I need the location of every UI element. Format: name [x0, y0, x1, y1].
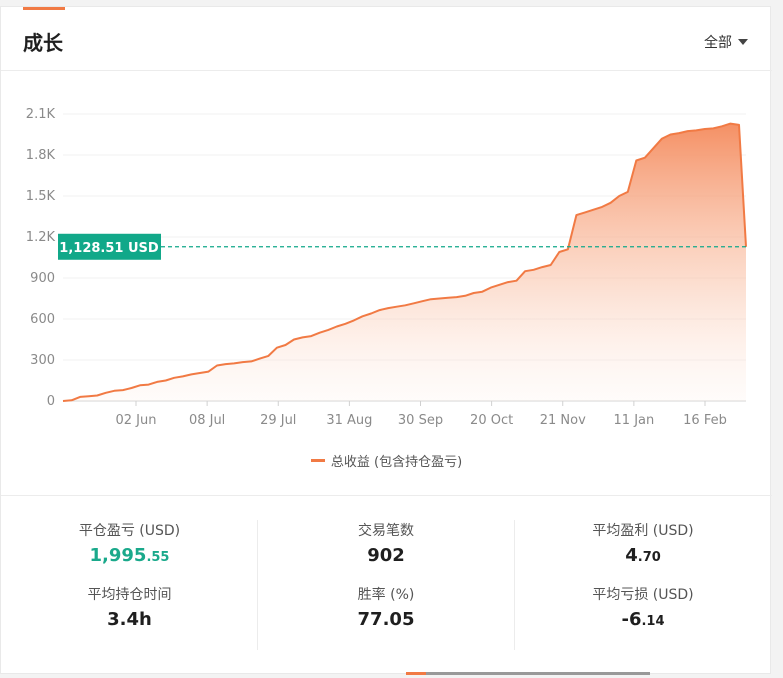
stats-column-2: 交易笔数 902 胜率 (%) 77.05 [257, 520, 514, 650]
stat-value-int: 1,995 [89, 545, 147, 566]
stat-label: 平均持仓时间 [87, 587, 172, 603]
stat-label: 平仓盈亏 (USD) [78, 523, 181, 539]
card-title: 成长 [23, 31, 63, 55]
stat-value: 1,995.55 [1, 545, 258, 566]
stat-label: 平均盈利 (USD) [592, 523, 694, 539]
y-tick-label: 1.5K [26, 189, 56, 204]
legend-swatch-icon [310, 459, 325, 462]
stat-win-rate: 胜率 (%) 77.05 [258, 584, 514, 648]
chart-legend[interactable]: 总收益 (包含持仓盈亏) [1, 451, 772, 470]
stat-closed-pnl: 平仓盈亏 (USD) 1,995.55 [1, 520, 258, 584]
x-tick-label: 02 Jun [116, 413, 157, 428]
series-area-fill [63, 123, 746, 401]
stats-panel: 平仓盈亏 (USD) 1,995.55 平均持仓时间 3.4h 交易笔数 902… [1, 495, 772, 675]
x-tick-label: 21 Nov [540, 413, 586, 428]
stat-avg-loss: 平均亏损 (USD) -6.14 [515, 584, 771, 648]
stat-value-int: -6 [621, 609, 642, 630]
caret-down-icon [738, 39, 748, 45]
stat-value: 4.70 [515, 545, 771, 566]
scroll-indicator-accent [406, 672, 426, 675]
stat-value: -6.14 [515, 609, 771, 630]
stats-column-1: 平仓盈亏 (USD) 1,995.55 平均持仓时间 3.4h [1, 520, 258, 650]
y-tick-label: 0 [47, 394, 55, 409]
x-tick-label: 29 Jul [260, 413, 296, 428]
y-tick-label: 300 [30, 353, 55, 368]
growth-chart-svg: 1,128.51 USD 0 300 600 900 1.2K 1.5K 1.8K 2.1K 0… [26, 107, 747, 428]
stat-label: 平均亏损 (USD) [592, 587, 694, 603]
card-header: 成长 全部 [1, 7, 772, 71]
stats-column-3: 平均盈利 (USD) 4.70 平均亏损 (USD) -6.14 [514, 520, 771, 650]
stat-value-int: 4 [625, 545, 638, 566]
stat-avg-hold: 平均持仓时间 3.4h [1, 584, 258, 648]
x-tick-label: 11 Jan [614, 413, 655, 428]
x-tick-label: 20 Oct [470, 413, 513, 428]
stat-trades: 交易笔数 902 [258, 520, 514, 584]
stat-label: 胜率 (%) [357, 587, 415, 603]
stat-value: 77.05 [357, 609, 415, 630]
growth-card: 成长 全部 1,128.51 USD 0 300 600 900 1.2K 1.5K 1.8… [0, 6, 772, 675]
range-filter-dropdown[interactable]: 全部 [704, 32, 748, 52]
x-tick-label: 30 Sep [398, 413, 443, 428]
y-tick-label: 2.1K [26, 107, 56, 122]
x-tick-label: 08 Jul [189, 413, 225, 428]
stat-value-dec: .55 [146, 550, 170, 565]
legend-label: 总收益 (包含持仓盈亏) [330, 455, 463, 470]
y-tick-label: 900 [30, 271, 55, 286]
stat-avg-profit: 平均盈利 (USD) 4.70 [515, 520, 771, 584]
y-tick-label: 1.2K [26, 230, 56, 245]
current-value-label: 1,128.51 USD [59, 241, 159, 256]
scroll-indicator [406, 672, 650, 675]
range-filter-label: 全部 [704, 35, 732, 51]
x-tick-label: 16 Feb [683, 413, 727, 428]
x-tick-label: 31 Aug [326, 413, 372, 428]
stat-value: 3.4h [107, 609, 152, 630]
y-tick-label: 600 [30, 312, 55, 327]
growth-chart: 1,128.51 USD 0 300 600 900 1.2K 1.5K 1.8K 2.1K 0… [1, 95, 772, 475]
y-tick-label: 1.8K [26, 148, 56, 163]
stat-value: 902 [367, 545, 405, 566]
stat-label: 交易笔数 [358, 523, 414, 539]
stat-value-dec: .14 [641, 614, 665, 629]
stat-value-dec: .70 [637, 550, 661, 565]
